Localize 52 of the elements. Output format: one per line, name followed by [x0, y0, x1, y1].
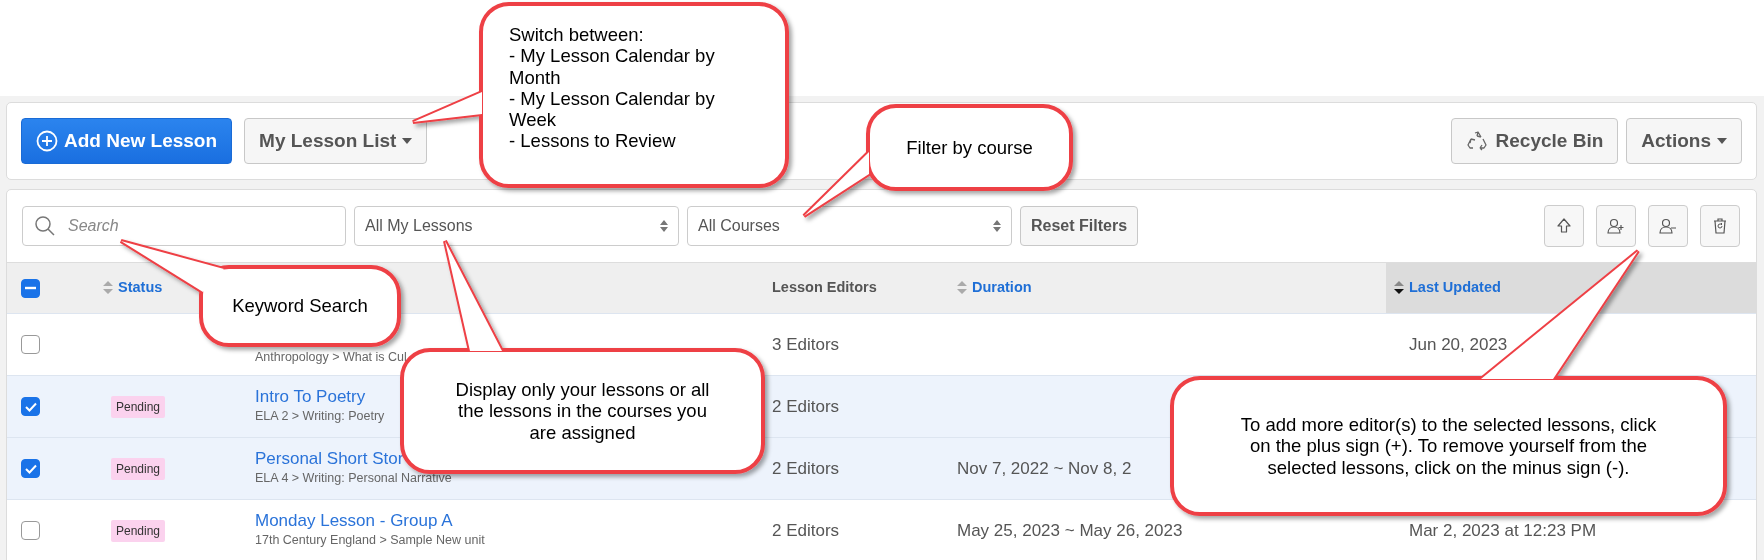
editors-count: 2 Editors	[772, 519, 840, 542]
reset-filters-button[interactable]: Reset Filters	[1020, 206, 1139, 246]
checkbox[interactable]	[21, 335, 40, 354]
minus-icon	[25, 286, 36, 290]
search-icon	[34, 215, 56, 237]
callout-text: To add more editor(s) to the selected lessons, click on the plus sign (+). To remove yourself from the selected lessons, click on the minus sign (-).	[1239, 414, 1658, 478]
lesson-title-link[interactable]: Monday Lesson - Group A	[255, 510, 453, 532]
callout-text: Switch between: - My Lesson Calendar by Month - My Lesson Calendar by Week - Lessons to Review	[509, 24, 716, 152]
editors-count: 2 Editors	[772, 457, 840, 480]
callout-text: Filter by course	[906, 136, 1033, 159]
lesson-title-link[interactable]: Intro To Poetry	[255, 386, 366, 408]
column-header[interactable]: Last Updated	[1409, 277, 1501, 299]
status-badge: Pending	[111, 395, 166, 418]
status-badge: Pending	[111, 457, 166, 480]
remove-editor-button[interactable]	[1648, 205, 1688, 247]
remove-user-icon	[1658, 216, 1678, 236]
recycle-bin-button[interactable]: Recycle Bin	[1450, 118, 1619, 164]
column-header[interactable]: Duration	[972, 277, 1032, 299]
checkbox[interactable]	[21, 459, 40, 478]
column-header[interactable]: Status	[118, 277, 163, 299]
lesson-title-link[interactable]: Personal Short Stor	[255, 448, 404, 470]
checkbox[interactable]	[21, 521, 40, 540]
callout-text: Keyword Search	[232, 295, 368, 317]
checkbox[interactable]	[21, 397, 40, 416]
add-user-icon	[1606, 216, 1626, 236]
column-header: Lesson Editors	[772, 278, 877, 298]
plus-circle-icon	[36, 130, 58, 152]
lesson-path: 17th Century England > Sample New unit	[255, 532, 485, 550]
last-updated-text: Mar 2, 2023 at 12:23 PM	[1409, 519, 1597, 542]
editors-count: 3 Editors	[772, 333, 840, 356]
caret-icon	[1717, 138, 1727, 144]
editors-count: 2 Editors	[772, 395, 840, 418]
restore-trash-button[interactable]	[1700, 205, 1740, 247]
callout-text: Display only your lessons or all the lessons in the courses you are assigned	[454, 379, 711, 443]
check-icon	[24, 463, 37, 474]
status-badge: Pending	[111, 519, 166, 542]
add-lesson-button[interactable]: Add New Lesson	[21, 118, 233, 164]
view-dropdown[interactable]: My Lesson List	[244, 118, 428, 164]
select-arrows-icon	[660, 220, 668, 232]
check-icon	[24, 401, 37, 412]
checkbox[interactable]	[21, 278, 40, 298]
caret-icon	[402, 138, 413, 144]
lesson-path: Anthropology > What is Cul	[255, 349, 407, 367]
lesson-path: ELA 4 > Writing: Personal Narrative	[255, 470, 452, 488]
actions-dropdown[interactable]: Actions	[1626, 118, 1742, 164]
duration-text: Nov 7, 2022 ~ Nov 8, 2	[957, 457, 1132, 480]
select-arrows-icon	[993, 220, 1001, 232]
lesson-path: ELA 2 > Writing: Poetry	[255, 408, 385, 426]
add-editor-button[interactable]	[1596, 205, 1636, 247]
last-updated-text: Jun 20, 2023	[1409, 333, 1508, 356]
upload-button[interactable]	[1544, 205, 1584, 247]
duration-text: May 25, 2023 ~ May 26, 2023	[957, 519, 1183, 542]
